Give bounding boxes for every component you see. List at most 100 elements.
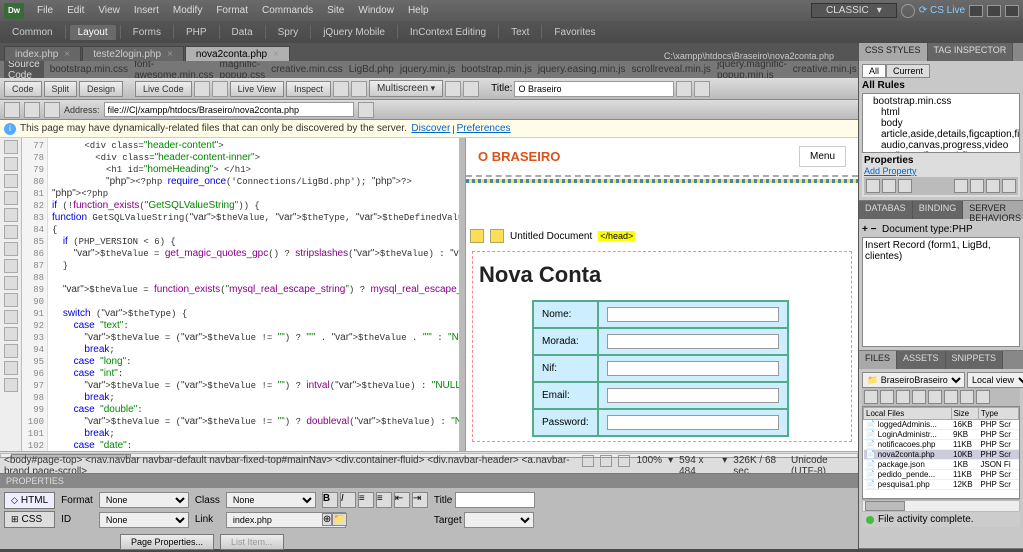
window-btn-3[interactable] xyxy=(1005,5,1019,17)
anchor-icon[interactable] xyxy=(490,229,504,243)
livecode-icon[interactable] xyxy=(194,81,210,97)
css-tool-icon[interactable] xyxy=(986,179,1000,193)
status-icon[interactable] xyxy=(600,455,612,467)
gutter-icon[interactable] xyxy=(4,157,18,171)
menu-view[interactable]: View xyxy=(91,5,127,16)
css-tool-icon[interactable] xyxy=(1002,179,1016,193)
menu-modify[interactable]: Modify xyxy=(166,5,209,16)
back-icon[interactable] xyxy=(4,102,20,118)
src-file[interactable]: scrollreveal.min.js xyxy=(631,64,710,75)
link-target-icon[interactable]: ⊕ xyxy=(322,513,332,526)
css-tool-icon[interactable] xyxy=(954,179,968,193)
addr-go-icon[interactable] xyxy=(358,102,374,118)
class-select[interactable]: None xyxy=(226,492,316,508)
window-btn-1[interactable] xyxy=(969,5,983,17)
gutter-icon[interactable] xyxy=(4,361,18,375)
files-tab[interactable]: FILES xyxy=(859,351,897,369)
target-select[interactable] xyxy=(464,512,534,528)
gutter-icon[interactable] xyxy=(4,174,18,188)
insert-tab-layout[interactable]: Layout xyxy=(70,25,116,40)
insert-tab-favorites[interactable]: Favorites xyxy=(546,25,603,40)
src-file[interactable]: jquery.easing.min.js xyxy=(538,64,626,75)
databases-tab[interactable]: DATABAS xyxy=(859,201,913,219)
file-scrollbar[interactable] xyxy=(865,501,905,511)
tag-inspector-tab[interactable]: TAG INSPECTOR xyxy=(928,43,1014,61)
src-file[interactable]: creative.min.js xyxy=(793,64,857,75)
menu-edit[interactable]: Edit xyxy=(60,5,91,16)
css-styles-tab[interactable]: CSS STYLES xyxy=(859,43,928,61)
code-view[interactable]: Code xyxy=(4,81,42,97)
fwd-icon[interactable] xyxy=(24,102,40,118)
address-input[interactable] xyxy=(104,102,354,117)
html-props-tab[interactable]: ◇ HTML xyxy=(4,492,55,509)
file-row[interactable]: 📄 LoginAdministr...9KBPHP Scr xyxy=(864,430,1019,440)
livecode-icon2[interactable] xyxy=(212,81,228,97)
properties-header[interactable]: PROPERTIES xyxy=(0,474,858,488)
gutter-icon[interactable] xyxy=(4,378,18,392)
gutter-icon[interactable] xyxy=(4,140,18,154)
file-tool-icon[interactable] xyxy=(880,390,894,404)
css-props-tab[interactable]: ⊞ CSS xyxy=(4,511,55,528)
site-select[interactable]: 📁 BraseiroBraseiro xyxy=(862,372,965,388)
add-property-link[interactable]: Add Property xyxy=(864,166,917,176)
list-item-btn[interactable]: List Item... xyxy=(220,534,284,550)
gutter-icon[interactable] xyxy=(4,276,18,290)
file-tool-icon[interactable] xyxy=(864,390,878,404)
title-input[interactable] xyxy=(514,81,674,97)
insert-tab-incontextediting[interactable]: InContext Editing xyxy=(402,25,494,40)
file-list[interactable]: Local FilesSizeType📄 loggedAdminis...16K… xyxy=(862,406,1020,499)
ms-icon2[interactable] xyxy=(463,81,479,97)
bold-btn[interactable]: B xyxy=(322,492,338,508)
split-view[interactable]: Split xyxy=(44,81,78,97)
menu-format[interactable]: Format xyxy=(209,5,255,16)
src-file[interactable]: creative.min.css xyxy=(271,64,343,75)
gutter-icon[interactable] xyxy=(4,208,18,222)
multiscreen[interactable]: Multiscreen ▾ xyxy=(369,80,443,97)
insert-tab-spry[interactable]: Spry xyxy=(270,25,307,40)
indent-btn[interactable]: ⇤ xyxy=(394,492,410,508)
link-browse-icon[interactable]: 📁 xyxy=(332,513,346,526)
current-subtab[interactable]: Current xyxy=(886,64,930,78)
insert-tab-text[interactable]: Text xyxy=(503,25,537,40)
file-tool-icon[interactable] xyxy=(928,390,942,404)
window-btn-2[interactable] xyxy=(987,5,1001,17)
file-tool-icon[interactable] xyxy=(896,390,910,404)
gutter-icon[interactable] xyxy=(4,344,18,358)
live-view[interactable]: Live View xyxy=(230,81,284,97)
src-file[interactable]: jquery.magnific-popup.min.js xyxy=(717,61,787,78)
assets-tab[interactable]: ASSETS xyxy=(897,351,946,369)
gutter-icon[interactable] xyxy=(4,293,18,307)
workspace-dropdown[interactable]: CLASSIC ▾ xyxy=(811,3,897,18)
css-tool-icon[interactable] xyxy=(882,179,896,193)
file-row[interactable]: 📄 nova2conta.php10KBPHP Scr xyxy=(864,450,1019,460)
file-row[interactable]: 📄 loggedAdminis...16KBPHP Scr xyxy=(864,420,1019,430)
prefs-link[interactable]: Preferences xyxy=(457,123,511,134)
list-btn2[interactable]: ≡ xyxy=(376,492,392,508)
file-tool-icon[interactable] xyxy=(944,390,958,404)
title-icon2[interactable] xyxy=(694,81,710,97)
src-file[interactable]: magnific-popup.css xyxy=(220,61,266,78)
gutter-icon[interactable] xyxy=(4,242,18,256)
snippets-tab[interactable]: SNIPPETS xyxy=(946,351,1004,369)
title-icon1[interactable] xyxy=(676,81,692,97)
bindings-tab[interactable]: BINDING xyxy=(913,201,964,219)
menu-insert[interactable]: Insert xyxy=(127,5,166,16)
menu-site[interactable]: Site xyxy=(320,5,351,16)
insert-tab-common[interactable]: Common xyxy=(4,25,61,40)
insert-tab-data[interactable]: Data xyxy=(224,25,261,40)
gutter-icon[interactable] xyxy=(4,191,18,205)
file-tool-icon[interactable] xyxy=(912,390,926,404)
file-row[interactable]: 📄 pesquisa1.php12KBPHP Scr xyxy=(864,480,1019,490)
inspect[interactable]: Inspect xyxy=(286,81,331,97)
code-editor[interactable]: 77 78 79 80 81 82 83 84 85 86 87 88 89 9… xyxy=(22,138,459,451)
css-rules-tree[interactable]: bootstrap.min.css html body article,asid… xyxy=(862,93,1020,153)
server-behaviors-tab[interactable]: SERVER BEHAVIORS xyxy=(963,201,1023,219)
file-row[interactable]: 📄 package.json1KBJSON Fi xyxy=(864,460,1019,470)
anchor-icon[interactable] xyxy=(470,229,484,243)
view-select[interactable]: Local view xyxy=(967,372,1023,388)
page-properties-btn[interactable]: Page Properties... xyxy=(120,534,214,550)
outdent-btn[interactable]: ⇥ xyxy=(412,492,428,508)
css-tool-icon[interactable] xyxy=(898,179,912,193)
live-code[interactable]: Live Code xyxy=(135,81,192,97)
gutter-icon[interactable] xyxy=(4,327,18,341)
